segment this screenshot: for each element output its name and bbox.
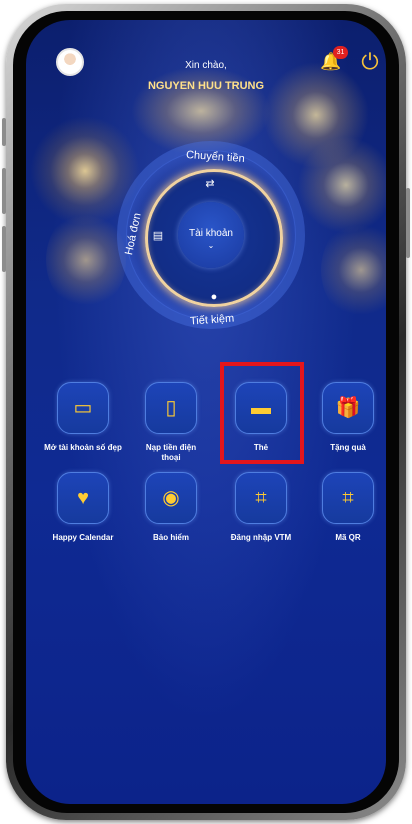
happy-calendar-label: Happy Calendar xyxy=(52,533,114,542)
receipt-icon[interactable]: ▤ xyxy=(150,228,166,244)
open-account-button[interactable]: ▭ xyxy=(57,382,109,434)
gift-button[interactable]: 🎁 xyxy=(322,382,374,434)
qr-code-button[interactable]: ⌗ xyxy=(322,472,374,524)
user-name: NGUYEN HUU TRUNG xyxy=(147,80,265,92)
transfer-arrows-icon[interactable]: ⇄ xyxy=(202,176,218,192)
phone-side-button xyxy=(2,118,6,146)
qr-code-label: Mã QR xyxy=(335,533,361,542)
qr-scan-icon: ⌗ xyxy=(342,487,354,509)
account-dial-label: Tài khoản xyxy=(189,228,233,239)
gift-label: Tặng quà xyxy=(330,443,366,452)
scan-login-icon: ⌗ xyxy=(255,487,267,509)
insurance-button[interactable]: ◉ xyxy=(145,472,197,524)
insurance-icon: ◉ xyxy=(162,487,180,509)
chevron-down-icon: ⌄ xyxy=(207,241,215,250)
phone-power-button xyxy=(406,188,410,258)
phone-topup-icon: ▯ xyxy=(165,397,177,419)
account-dial-button[interactable]: Tài khoản ⌄ xyxy=(178,202,244,268)
piggy-bank-icon[interactable]: ● xyxy=(206,289,222,305)
power-icon[interactable]: ⏻ xyxy=(358,50,382,74)
firework-decoration xyxy=(296,135,386,235)
firework-decoration xyxy=(321,220,386,320)
firework-decoration xyxy=(46,210,126,310)
vtm-login-button[interactable]: ⌗ xyxy=(235,472,287,524)
highlight-box xyxy=(220,362,304,464)
happy-calendar-button[interactable]: ♥ xyxy=(57,472,109,524)
phone-topup-button[interactable]: ▯ xyxy=(145,382,197,434)
calendar-heart-icon: ♥ xyxy=(77,487,89,509)
vtm-login-label: Đăng nhập VTM xyxy=(230,533,292,542)
phone-topup-label: Nạp tiền điện thoại xyxy=(145,443,197,462)
notification-badge: 31 xyxy=(333,46,348,59)
gift-icon: 🎁 xyxy=(335,397,361,419)
greeting-text: Xin chào, xyxy=(185,60,227,71)
insurance-label: Bảo hiểm xyxy=(152,533,189,542)
card-stack-icon: ▭ xyxy=(73,397,93,419)
phone-volume-down xyxy=(2,226,6,272)
phone-volume-up xyxy=(2,168,6,214)
open-account-label: Mở tài khoản số đẹp xyxy=(44,443,122,452)
